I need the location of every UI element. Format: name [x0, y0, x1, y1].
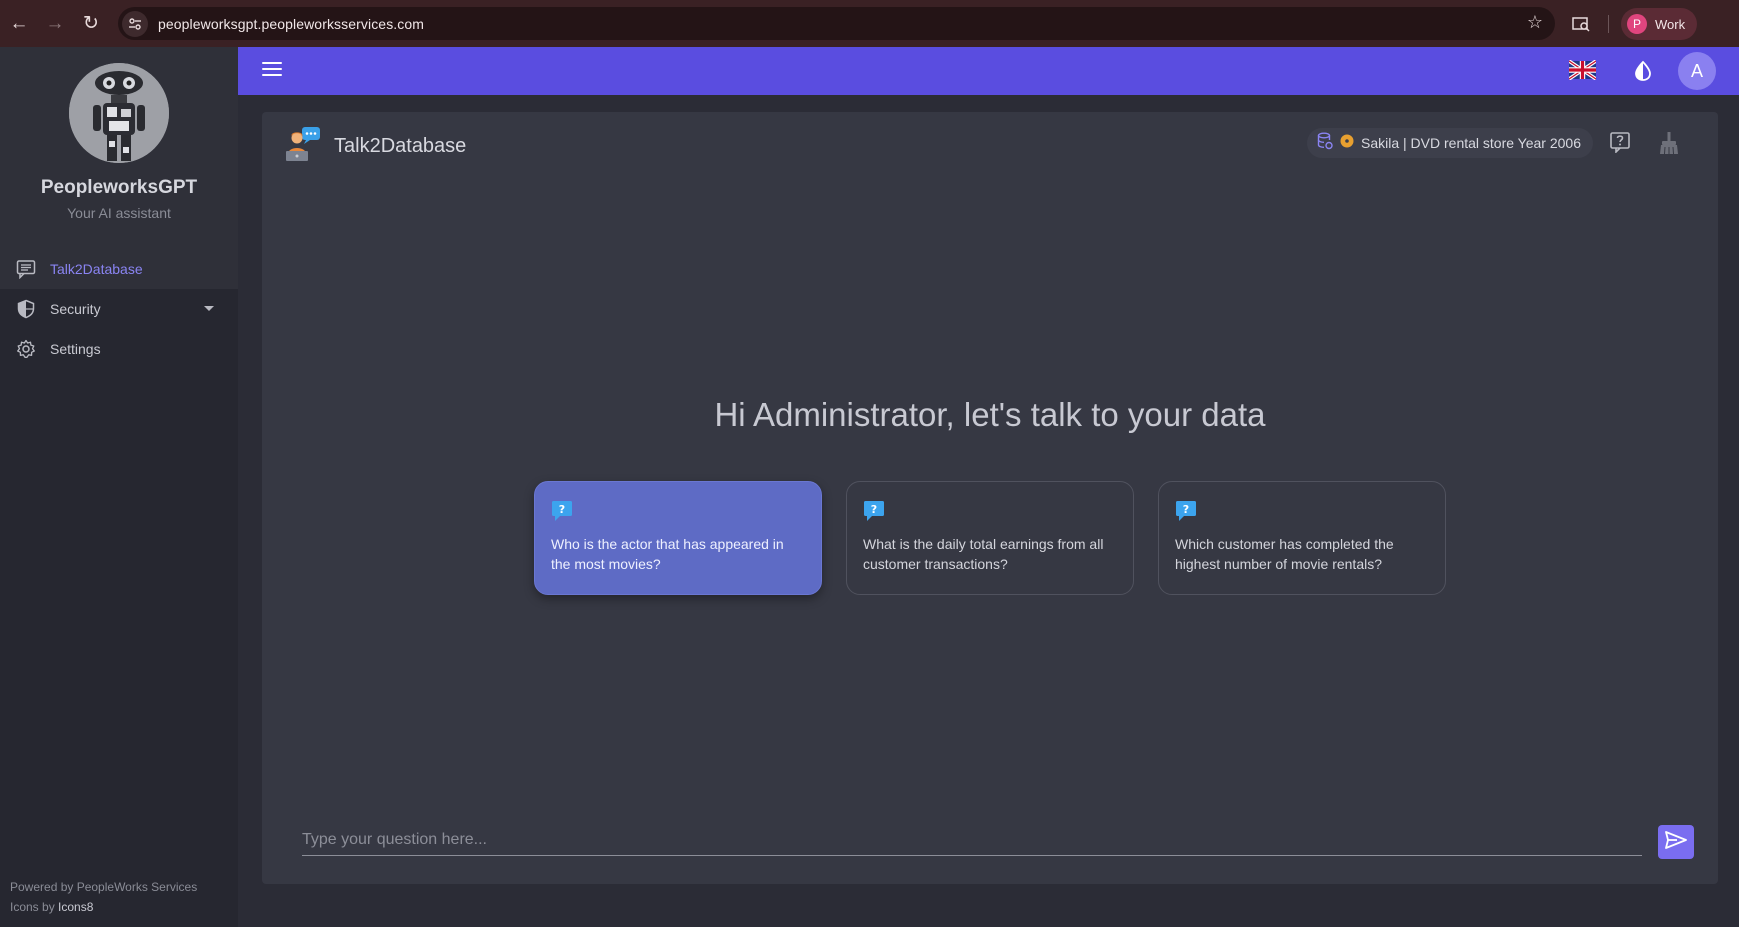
bookmark-star-icon[interactable]: ☆ — [1527, 12, 1543, 33]
dvd-icon — [1340, 134, 1354, 153]
toolbar-divider — [1608, 15, 1609, 33]
suggestion-text: What is the daily total earnings from al… — [863, 536, 1104, 572]
powered-by-text: Powered by PeopleWorks Services — [10, 880, 198, 894]
sidebar: PeopleworksGPT Your AI assistant Talk2Da… — [0, 47, 238, 927]
greeting-heading: Hi Administrator, let's talk to your dat… — [714, 396, 1266, 433]
icons8-link[interactable]: Icons8 — [58, 900, 93, 914]
profile-avatar: P — [1627, 14, 1647, 34]
gear-icon — [16, 339, 36, 359]
panel-header: Talk2Database — [284, 126, 466, 167]
talk2database-logo-icon — [284, 126, 324, 167]
user-avatar[interactable]: A — [1678, 52, 1716, 90]
svg-text:?: ? — [871, 503, 877, 516]
suggestion-text: Who is the actor that has appeared in th… — [551, 536, 784, 572]
profile-button[interactable]: P Work — [1621, 8, 1698, 40]
site-info-icon[interactable] — [122, 10, 148, 37]
app-name: PeopleworksGPT — [40, 177, 198, 198]
url-text: peopleworksgpt.peopleworksservices.com — [158, 15, 425, 32]
chevron-down-icon[interactable] — [204, 306, 214, 311]
suggestion-text: Which customer has completed the highest… — [1175, 536, 1394, 572]
robot-logo — [69, 63, 169, 163]
suggestion-card[interactable]: ? Which customer has completed the highe… — [1158, 481, 1446, 595]
question-bubble-icon: ? — [1175, 500, 1197, 522]
shield-icon — [16, 299, 36, 319]
suggestion-card[interactable]: ? Who is the actor that has appeared in … — [534, 481, 822, 595]
reload-icon[interactable]: ↻ — [74, 7, 108, 41]
contrast-icon[interactable] — [1632, 60, 1654, 82]
help-question-icon[interactable] — [1609, 131, 1633, 155]
database-icon — [1317, 132, 1333, 155]
browser-toolbar: ← → ↻ peopleworksgpt.peopleworksservices… — [0, 0, 1739, 47]
menu-icon[interactable] — [262, 62, 282, 78]
icons-by-text: Icons by — [10, 900, 59, 914]
profile-name: Work — [1655, 16, 1686, 32]
question-bubble-icon: ? — [551, 500, 573, 522]
sidebar-item-security[interactable]: Security — [0, 289, 238, 329]
question-bubble-icon: ? — [863, 500, 885, 522]
sidebar-footer: Powered by PeopleWorks Services Icons by… — [10, 877, 197, 917]
back-icon[interactable]: ← — [2, 7, 36, 41]
sidebar-item-label: Settings — [50, 341, 101, 357]
sidebar-item-settings[interactable]: Settings — [0, 329, 238, 369]
app-topbar: A — [238, 47, 1739, 95]
sidebar-item-label: Talk2Database — [50, 261, 143, 277]
send-button[interactable] — [1658, 825, 1694, 859]
forward-icon[interactable]: → — [38, 7, 72, 41]
database-label: Sakila | DVD rental store Year 2006 — [1361, 135, 1581, 151]
database-selector[interactable]: Sakila | DVD rental store Year 2006 — [1307, 128, 1593, 158]
sidebar-item-label: Security — [50, 301, 101, 317]
page-title: Talk2Database — [334, 135, 467, 157]
search-tabs-icon[interactable] — [1566, 9, 1596, 39]
address-bar[interactable]: peopleworksgpt.peopleworksservices.com ☆ — [118, 7, 1555, 40]
chat-icon — [16, 259, 36, 279]
sidebar-item-talk2database[interactable]: Talk2Database — [0, 249, 238, 289]
chat-panel: Talk2Database Sakila | DVD rental store … — [262, 112, 1718, 884]
suggestion-card[interactable]: ? What is the daily total earnings from … — [846, 481, 1134, 595]
sidebar-header: PeopleworksGPT Your AI assistant — [0, 47, 238, 249]
uk-flag-icon[interactable] — [1568, 59, 1597, 81]
svg-text:?: ? — [559, 503, 565, 516]
question-input-wrapper — [302, 826, 1642, 856]
send-icon — [1665, 830, 1687, 854]
question-input[interactable] — [302, 826, 1642, 854]
app-subtitle: Your AI assistant — [67, 205, 171, 221]
svg-text:?: ? — [1183, 503, 1189, 516]
broom-clear-icon[interactable] — [1658, 131, 1682, 157]
